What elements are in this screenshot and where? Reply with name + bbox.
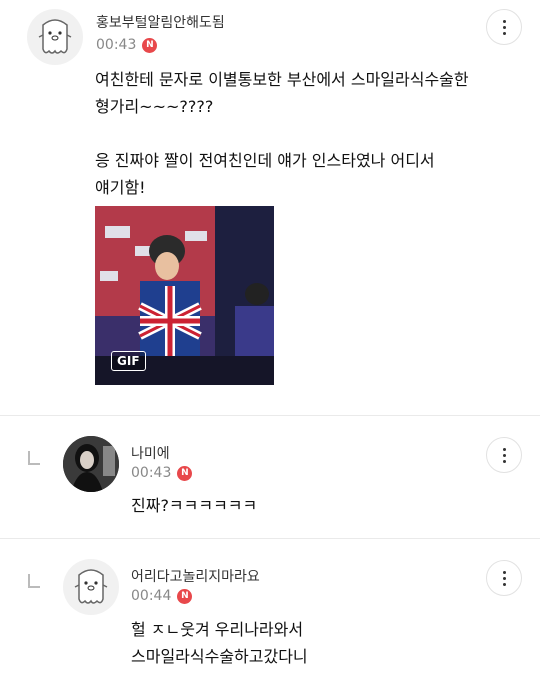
reply-item: 나미에 00:43 N 진짜?ㅋㅋㅋㅋㅋㅋ [0,416,540,538]
more-dots-icon [502,447,506,463]
avatar[interactable] [63,559,119,615]
more-dots-icon [502,570,506,586]
timestamp: 00:44 [131,588,172,604]
comment-text: 헐 ㅈㄴ웃겨 우리나라와서 스마일라식수술하고갔다니 [131,620,308,666]
gif-badge: GIF [111,351,146,371]
ghost-mascot-icon [38,19,72,54]
comment-time: 00:44 N [131,588,193,604]
comment-time: 00:43 N [131,465,193,481]
comment-text: 여친한테 문자로 이별통보한 부산에서 스마일라식수술한 형가리~~~???? … [95,70,469,197]
new-badge: N [177,465,193,481]
reply-item: 어리다고놀리지마라요 00:44 N 헐 ㅈㄴ웃겨 우리나라와서 스마일라식수술… [0,539,540,683]
timestamp: 00:43 [131,465,172,481]
comment-text: 진짜?ㅋㅋㅋㅋㅋㅋ [131,496,258,515]
more-dots-icon [502,19,506,35]
comment-nickname[interactable]: 나미에 [131,443,170,463]
more-options-button[interactable] [486,9,522,45]
reply-indicator-icon [28,574,40,588]
comment-item: 홍보부털알림안해도됨 00:43 N 여친한테 문자로 이별통보한 부산에서 스… [0,0,540,410]
avatar[interactable] [27,9,83,65]
timestamp: 00:43 [96,37,137,53]
comment-time: 00:43 N [96,37,158,53]
more-options-button[interactable] [486,437,522,473]
reply-indicator-icon [28,451,40,465]
gif-attachment[interactable]: GIF [95,206,274,385]
new-badge: N [177,588,193,604]
comment-nickname[interactable]: 어리다고놀리지마라요 [131,566,260,586]
profile-photo [63,436,119,492]
ghost-mascot-icon [74,569,108,604]
new-badge: N [142,37,158,53]
more-options-button[interactable] [486,560,522,596]
comment-nickname[interactable]: 홍보부털알림안해도됨 [96,12,225,32]
avatar[interactable] [63,436,119,492]
